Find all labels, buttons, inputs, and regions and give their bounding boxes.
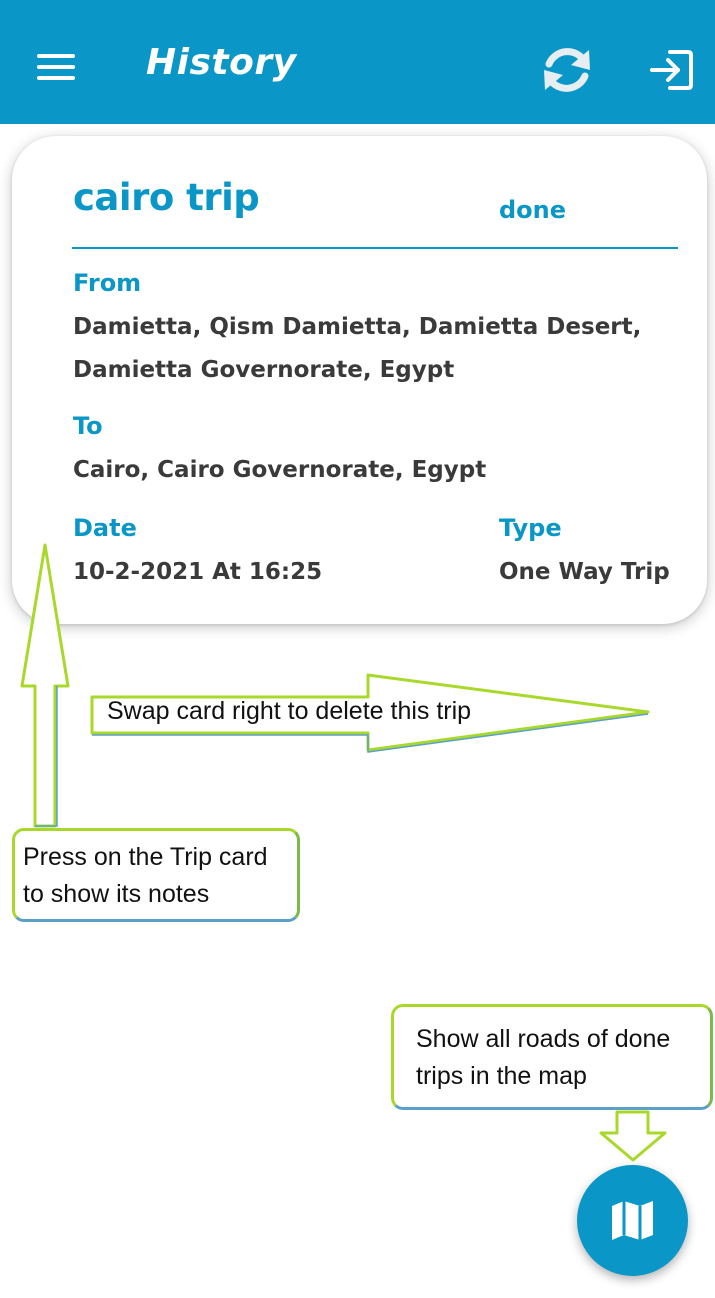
hamburger-menu-icon[interactable] [30, 44, 82, 90]
page-title: History [146, 42, 297, 83]
map-hint-line2: trips in the map [416, 1062, 587, 1090]
map-hint-line1: Show all roads of done [416, 1025, 671, 1053]
app-bar: History [0, 0, 715, 124]
map-hint-box: Show all roads of done trips in the map [391, 1004, 713, 1110]
date-value: 10-2-2021 At 16:25 [73, 559, 323, 585]
trip-card[interactable]: cairo trip done From Damietta, Qism Dami… [12, 136, 707, 624]
trip-status: done [499, 196, 567, 224]
press-hint-line1: Press on the Trip card [23, 843, 268, 871]
show-map-button[interactable] [577, 1165, 688, 1276]
to-value: Cairo, Cairo Governorate, Egypt [73, 457, 487, 483]
refresh-icon[interactable] [537, 40, 597, 100]
from-label: From [73, 269, 142, 297]
from-value-line2: Damietta Governorate, Egypt [73, 357, 455, 383]
press-hint-box: Press on the Trip card to show its notes [12, 828, 300, 922]
logout-icon[interactable] [646, 46, 696, 94]
trip-name: cairo trip [73, 176, 260, 219]
card-divider [72, 247, 678, 249]
down-arrow [599, 1110, 667, 1162]
to-label: To [73, 412, 103, 440]
press-hint-line2: to show its notes [23, 880, 210, 908]
date-label: Date [73, 514, 137, 542]
type-label: Type [499, 514, 562, 542]
map-icon [612, 1201, 653, 1240]
from-value-line1: Damietta, Qism Damietta, Damietta Desert… [73, 314, 642, 340]
type-value: One Way Trip [499, 559, 670, 585]
swipe-hint-text: Swap card right to delete this trip [107, 697, 472, 725]
